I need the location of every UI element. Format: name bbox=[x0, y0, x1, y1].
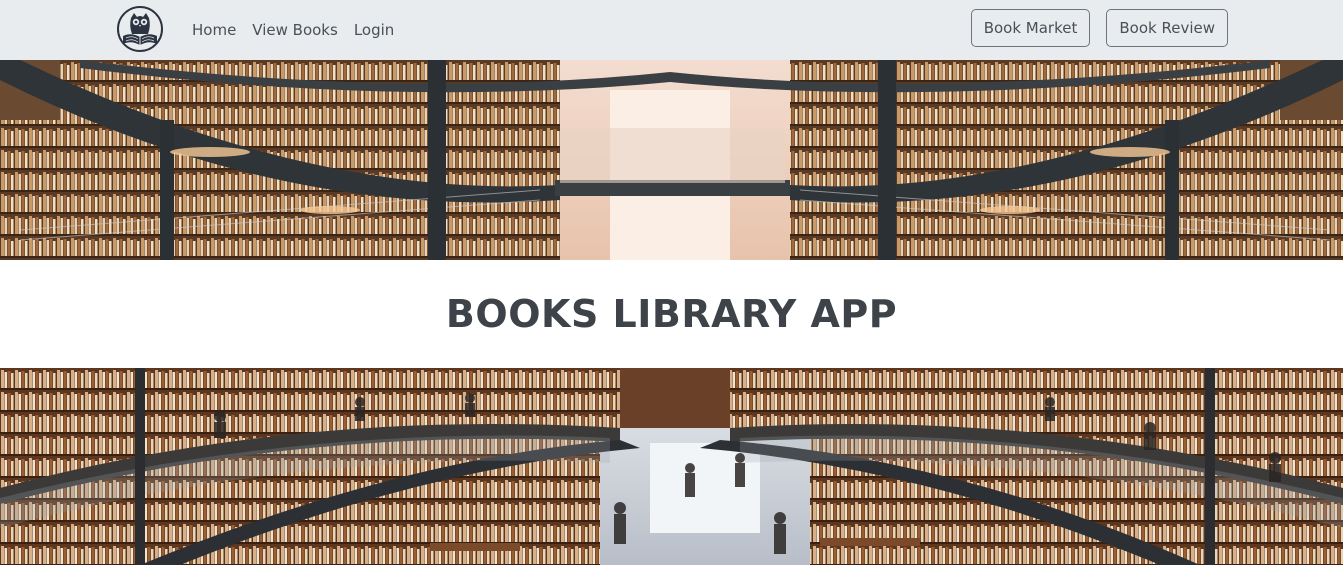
nav-links: Home View Books Login bbox=[192, 0, 394, 60]
book-review-button[interactable]: Book Review bbox=[1106, 9, 1228, 47]
book-market-button[interactable]: Book Market bbox=[970, 9, 1091, 47]
library-interior-image bbox=[0, 60, 1343, 260]
logo[interactable] bbox=[115, 4, 165, 54]
owl-book-icon bbox=[117, 6, 163, 52]
library-reading-hall-image bbox=[0, 368, 1343, 565]
page-title: BOOKS LIBRARY APP bbox=[445, 292, 898, 336]
nav-link-login[interactable]: Login bbox=[354, 21, 394, 39]
hero-image-top bbox=[0, 60, 1343, 260]
hero-image-bottom bbox=[0, 368, 1343, 565]
nav-link-view-books[interactable]: View Books bbox=[252, 21, 338, 39]
nav-actions: Book Market Book Review bbox=[970, 9, 1228, 47]
nav-link-home[interactable]: Home bbox=[192, 21, 236, 39]
title-section: BOOKS LIBRARY APP bbox=[0, 260, 1343, 368]
navbar: Home View Books Login Book Market Book R… bbox=[0, 0, 1343, 60]
